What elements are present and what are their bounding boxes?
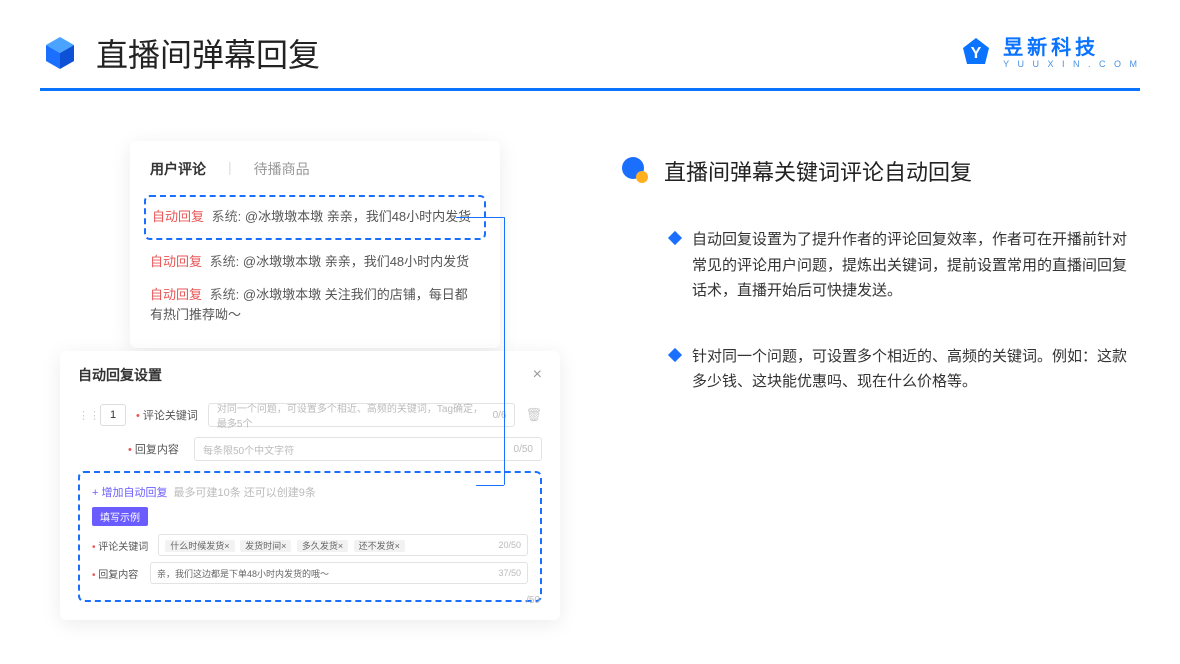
auto-reply-settings-panel: 自动回复设置 × ⋮⋮ 1 评论关键词 对同一个问题，可设置多个相近、高频的关键… bbox=[60, 351, 560, 620]
screenshot-column: 用户评论 | 待播商品 自动回复 系统: @冰墩墩本墩 亲亲，我们48小时内发货… bbox=[60, 141, 560, 611]
page-header: 直播间弹幕回复 Y 昱新科技 Y U U X I N . C O M bbox=[0, 0, 1180, 88]
highlighted-comment: 自动回复 系统: @冰墩墩本墩 亲亲，我们48小时内发货 bbox=[144, 195, 486, 240]
svg-text:Y: Y bbox=[971, 45, 982, 62]
keyword-chip: 发货时间× bbox=[240, 540, 291, 552]
close-icon[interactable]: × bbox=[533, 366, 542, 384]
drag-handle-icon[interactable]: ⋮⋮ bbox=[78, 409, 90, 422]
brand-logo: Y 昱新科技 Y U U X I N . C O M bbox=[959, 36, 1140, 70]
system-label: 系统: bbox=[212, 209, 242, 224]
auto-reply-badge: 自动回复 bbox=[150, 287, 202, 302]
system-label: 系统: bbox=[210, 254, 240, 269]
example-content-label: 回复内容 bbox=[92, 566, 140, 581]
tab-pending-products[interactable]: 待播商品 bbox=[254, 159, 310, 179]
example-badge: 填写示例 bbox=[92, 507, 148, 526]
keyword-label: 评论关键词 bbox=[136, 407, 198, 423]
brand-icon: Y bbox=[959, 36, 993, 70]
comment-text: @冰墩墩本墩 亲亲，我们48小时内发货 bbox=[243, 254, 469, 269]
tab-user-comments[interactable]: 用户评论 bbox=[150, 159, 206, 179]
keyword-chip: 什么时候发货× bbox=[165, 540, 234, 552]
system-label: 系统: bbox=[210, 287, 240, 302]
content-placeholder: 每条限50个中文字符 bbox=[203, 442, 294, 457]
example-section: + 增加自动回复最多可建10条 还可以创建9条 填写示例 评论关键词 什么时候发… bbox=[78, 471, 542, 602]
keyword-chip: 还不发货× bbox=[354, 540, 405, 552]
auto-reply-badge: 自动回复 bbox=[152, 209, 204, 224]
bullet-point: 自动回复设置为了提升作者的评论回复效率，作者可在开播前针对常见的评论用户问题，提… bbox=[620, 227, 1140, 304]
brand-name-en: Y U U X I N . C O M bbox=[1003, 60, 1140, 69]
section-title: 直播间弹幕关键词评论自动回复 bbox=[664, 155, 972, 187]
auto-reply-badge: 自动回复 bbox=[150, 254, 202, 269]
keyword-input[interactable]: 对同一个问题，可设置多个相近、高频的关键词，Tag确定，最多5个 0/6 bbox=[208, 403, 516, 427]
page-title: 直播间弹幕回复 bbox=[96, 30, 320, 76]
example-keyword-field: 什么时候发货× 发货时间× 多久发货× 还不发货× 20/50 bbox=[158, 534, 528, 556]
example-content-count: 37/50 bbox=[498, 568, 521, 578]
example-content-field: 亲，我们这边都是下单48小时内发货的哦～ 37/50 bbox=[150, 562, 528, 584]
description-column: 直播间弹幕关键词评论自动回复 自动回复设置为了提升作者的评论回复效率，作者可在开… bbox=[620, 141, 1140, 611]
stray-count: /50 bbox=[526, 595, 540, 606]
content-count: 0/50 bbox=[514, 444, 533, 455]
content-label: 回复内容 bbox=[128, 441, 184, 457]
example-content-text: 亲，我们这边都是下单48小时内发货的哦～ bbox=[157, 567, 329, 580]
comment-text: @冰墩墩本墩 亲亲，我们48小时内发货 bbox=[245, 209, 471, 224]
comment-row: 自动回复 系统: @冰墩墩本墩 关注我们的店铺，每日都有热门推荐呦～ bbox=[150, 279, 480, 333]
cube-icon bbox=[40, 33, 80, 73]
diamond-icon bbox=[668, 347, 682, 361]
keyword-placeholder: 对同一个问题，可设置多个相近、高频的关键词，Tag确定，最多5个 bbox=[217, 400, 493, 430]
example-keyword-count: 20/50 bbox=[498, 540, 521, 550]
diamond-icon bbox=[668, 231, 682, 245]
content-input[interactable]: 每条限50个中文字符 0/50 bbox=[194, 437, 542, 461]
keyword-count: 0/6 bbox=[493, 410, 507, 421]
delete-icon[interactable]: 🗑 bbox=[525, 407, 542, 423]
example-keyword-label: 评论关键词 bbox=[92, 538, 148, 553]
bullet-text: 自动回复设置为了提升作者的评论回复效率，作者可在开播前针对常见的评论用户问题，提… bbox=[692, 227, 1140, 304]
add-auto-reply-link[interactable]: + 增加自动回复最多可建10条 还可以创建9条 bbox=[92, 487, 316, 499]
tab-separator: | bbox=[228, 159, 232, 179]
settings-title: 自动回复设置 bbox=[78, 365, 162, 385]
comment-row: 自动回复 系统: @冰墩墩本墩 亲亲，我们48小时内发货 bbox=[150, 246, 480, 279]
speech-bubble-icon bbox=[620, 155, 650, 185]
brand-name-cn: 昱新科技 bbox=[1003, 38, 1140, 58]
add-hint: 最多可建10条 还可以创建9条 bbox=[173, 487, 315, 499]
bullet-point: 针对同一个问题，可设置多个相近的、高频的关键词。例如：这款多少钱、这块能优惠吗、… bbox=[620, 344, 1140, 395]
keyword-chip: 多久发货× bbox=[297, 540, 348, 552]
bullet-text: 针对同一个问题，可设置多个相近的、高频的关键词。例如：这款多少钱、这块能优惠吗、… bbox=[692, 344, 1140, 395]
comments-panel: 用户评论 | 待播商品 自动回复 系统: @冰墩墩本墩 亲亲，我们48小时内发货… bbox=[130, 141, 500, 348]
rule-number: 1 bbox=[100, 404, 126, 426]
